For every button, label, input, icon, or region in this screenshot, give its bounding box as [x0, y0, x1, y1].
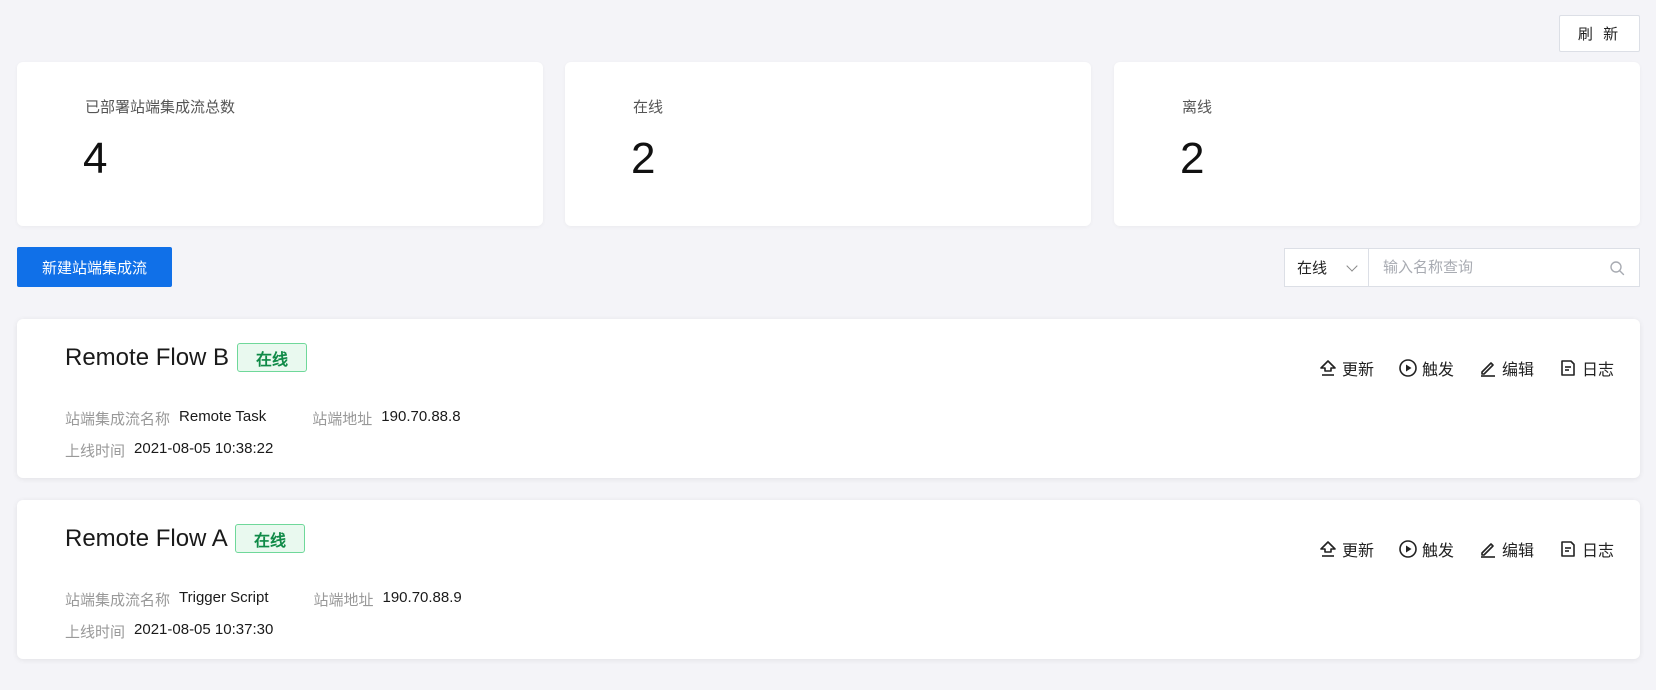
trigger-label: 触发	[1421, 543, 1454, 560]
stat-label-total: 已部署站端集成流总数	[85, 99, 236, 116]
flow-title: Remote Flow B	[65, 344, 230, 371]
page: 刷 新 已部署站端集成流总数 4 在线 2 离线 2 新建站端集成流 在线 Re…	[0, 0, 1656, 690]
update-label: 更新	[1341, 362, 1374, 379]
flow-time-row: 上线时间 2021-08-05 10:37:30	[65, 621, 273, 642]
refresh-button[interactable]: 刷 新	[1559, 15, 1640, 52]
trigger-button[interactable]: 触发	[1398, 537, 1454, 561]
play-circle-icon	[1399, 540, 1417, 558]
flow-info-row: 站端集成流名称 Trigger Script 站端地址 190.70.88.9	[65, 589, 462, 610]
flow-address-label: 站端地址	[313, 592, 374, 609]
chevron-down-icon	[1346, 260, 1358, 272]
stat-card-offline: 离线 2	[1114, 62, 1640, 226]
status-badge: 在线	[235, 524, 306, 553]
new-flow-button[interactable]: 新建站端集成流	[17, 247, 172, 287]
edit-label: 编辑	[1501, 543, 1534, 560]
edit-button[interactable]: 编辑	[1478, 537, 1534, 561]
flow-actions: 更新 触发 编辑 日志	[1294, 356, 1614, 380]
update-button[interactable]: 更新	[1318, 356, 1374, 380]
flow-address-value: 190.70.88.9	[382, 589, 462, 606]
flow-actions: 更新 触发 编辑 日志	[1294, 537, 1614, 561]
flow-name-value: Trigger Script	[179, 589, 269, 606]
edit-label: 编辑	[1501, 362, 1534, 379]
flow-card: Remote Flow B 在线 站端集成流名称 Remote Task 站端地…	[17, 319, 1640, 478]
flow-info-row: 站端集成流名称 Remote Task 站端地址 190.70.88.8	[65, 408, 461, 429]
flow-card: Remote Flow A 在线 站端集成流名称 Trigger Script …	[17, 500, 1640, 659]
filter-group: 在线	[1284, 248, 1640, 287]
edit-icon	[1480, 362, 1495, 377]
document-icon	[1561, 541, 1575, 557]
flow-time-row: 上线时间 2021-08-05 10:38:22	[65, 440, 273, 461]
trigger-label: 触发	[1421, 362, 1454, 379]
search-icon[interactable]	[1609, 260, 1625, 276]
upload-icon	[1320, 360, 1336, 376]
flow-name-label: 站端集成流名称	[65, 411, 171, 428]
flow-address-label: 站端地址	[312, 411, 373, 428]
log-label: 日志	[1581, 543, 1614, 560]
upload-icon	[1320, 541, 1336, 557]
update-label: 更新	[1341, 543, 1374, 560]
flow-address-value: 190.70.88.8	[381, 408, 461, 425]
status-filter-value: 在线	[1297, 260, 1328, 277]
search-box	[1368, 248, 1640, 287]
flow-time-label: 上线时间	[65, 624, 126, 641]
stat-label-online: 在线	[633, 99, 664, 116]
status-filter-select[interactable]: 在线	[1284, 248, 1368, 287]
flow-time-label: 上线时间	[65, 443, 126, 460]
document-icon	[1561, 360, 1575, 376]
flow-name-label: 站端集成流名称	[65, 592, 171, 609]
stat-value-total: 4	[83, 134, 108, 183]
stat-value-online: 2	[631, 134, 656, 183]
log-button[interactable]: 日志	[1558, 356, 1614, 380]
flow-time-value: 2021-08-05 10:38:22	[134, 440, 274, 457]
log-label: 日志	[1581, 362, 1614, 379]
search-input[interactable]	[1369, 249, 1639, 286]
flow-time-value: 2021-08-05 10:37:30	[134, 621, 274, 638]
flow-title: Remote Flow A	[65, 525, 228, 552]
trigger-button[interactable]: 触发	[1398, 356, 1454, 380]
play-circle-icon	[1399, 359, 1417, 377]
flow-name-value: Remote Task	[179, 408, 267, 425]
update-button[interactable]: 更新	[1318, 537, 1374, 561]
stat-card-online: 在线 2	[565, 62, 1091, 226]
stat-label-offline: 离线	[1182, 99, 1213, 116]
status-badge: 在线	[237, 343, 308, 372]
log-button[interactable]: 日志	[1558, 537, 1614, 561]
stat-value-offline: 2	[1180, 134, 1205, 183]
edit-button[interactable]: 编辑	[1478, 356, 1534, 380]
stat-card-total: 已部署站端集成流总数 4	[17, 62, 543, 226]
edit-icon	[1480, 543, 1495, 558]
